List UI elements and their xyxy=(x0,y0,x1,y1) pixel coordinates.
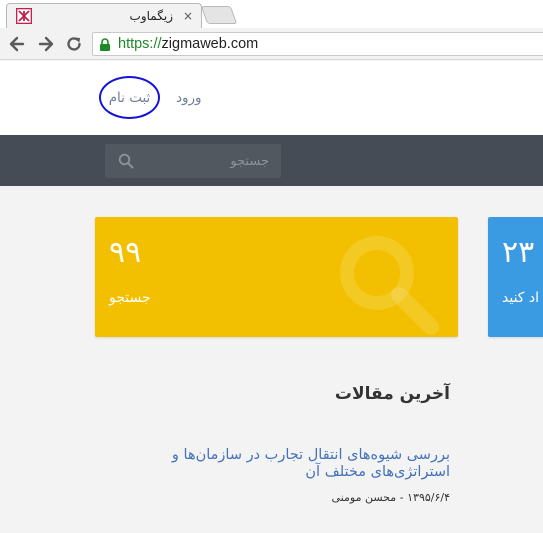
browser-toolbar: https://zigmaweb.com xyxy=(0,28,543,60)
latest-articles-heading: آخرین مقالات xyxy=(334,384,450,404)
article-link[interactable]: بررسی شیوه‌های انتقال تجارب در سازمان‌ها… xyxy=(150,447,450,481)
magnifier-watermark-icon xyxy=(340,236,439,335)
search-box xyxy=(105,144,281,178)
lock-icon xyxy=(100,38,110,51)
url-text: https://zigmaweb.com xyxy=(118,36,258,52)
stat-label: جستجو xyxy=(109,290,151,306)
browser-tab-strip: زیگماوب × xyxy=(0,0,543,28)
stat-count: ۹۹ xyxy=(109,235,142,270)
url-host: zigmaweb.com xyxy=(161,36,259,52)
reload-icon[interactable] xyxy=(64,34,84,54)
article-link[interactable]: ... ... ... ... xyxy=(150,525,450,533)
article-meta: ۱۳۹۵/۶/۴ - محسن مومنی xyxy=(331,491,450,504)
register-label: ثبت نام xyxy=(108,89,151,106)
url-scheme: https:// xyxy=(118,36,162,52)
stat-card-secondary[interactable]: ۲۳ اد کنید xyxy=(488,217,543,337)
site-favicon-icon xyxy=(16,8,32,24)
back-arrow-icon[interactable] xyxy=(7,34,27,54)
tab-close-icon[interactable]: × xyxy=(183,8,193,24)
stat-label: اد کنید xyxy=(502,290,540,306)
site-header: ورود ثبت نام xyxy=(0,61,543,135)
new-tab-button[interactable] xyxy=(200,6,238,24)
forward-arrow-icon[interactable] xyxy=(36,34,56,54)
tab-title: زیگماوب xyxy=(129,9,173,23)
search-band xyxy=(0,135,543,186)
stat-card-search[interactable]: ۹۹ جستجو xyxy=(95,217,458,337)
address-bar[interactable]: https://zigmaweb.com xyxy=(92,32,543,56)
browser-tab[interactable]: زیگماوب × xyxy=(6,3,202,28)
register-link[interactable]: ثبت نام xyxy=(99,76,160,119)
stat-count: ۲۳ xyxy=(502,235,535,270)
search-icon[interactable] xyxy=(118,153,134,169)
login-link[interactable]: ورود xyxy=(176,90,202,106)
